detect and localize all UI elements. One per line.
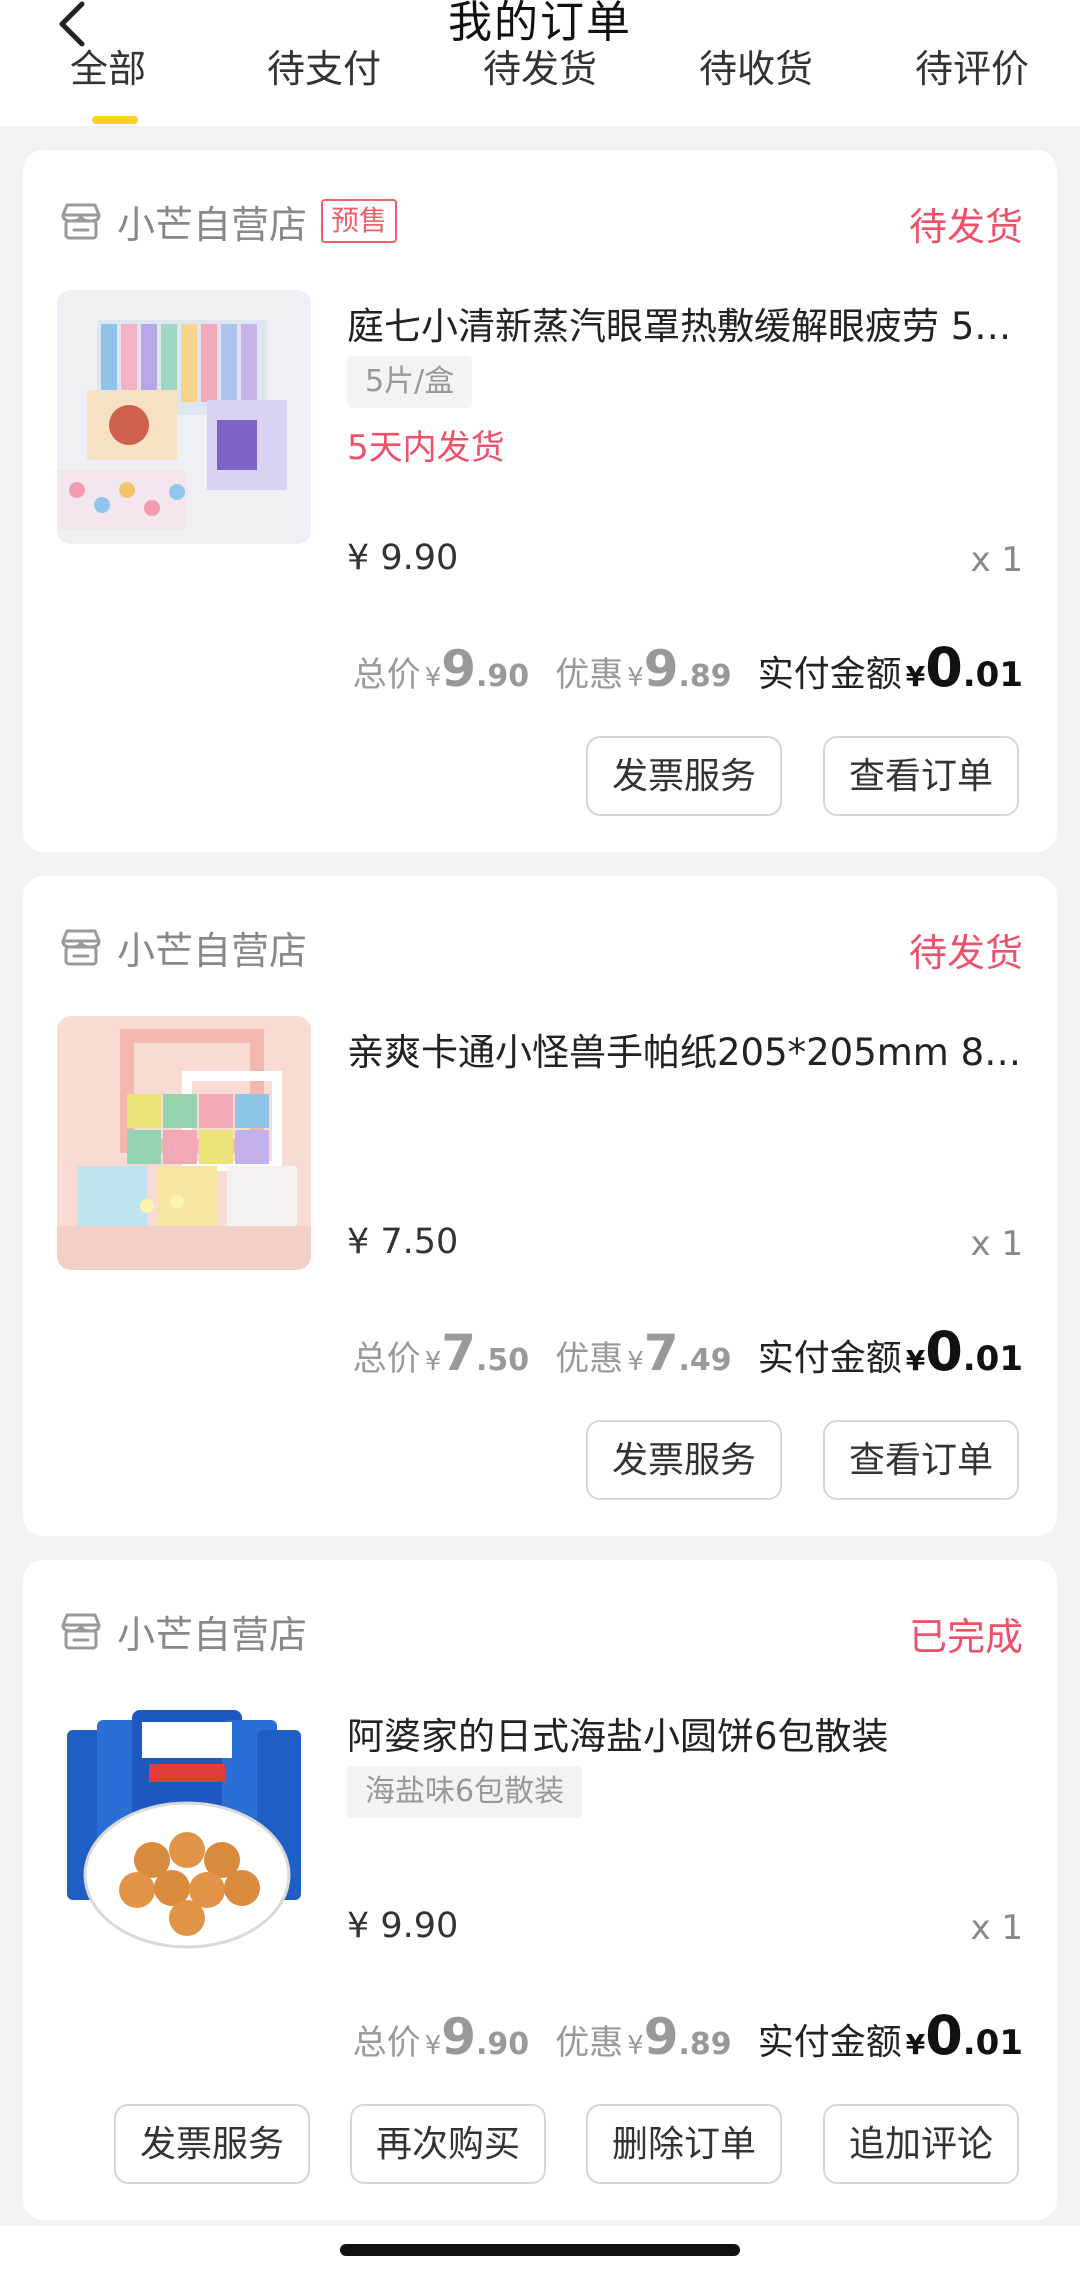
product-spec: 海盐味6包散装: [347, 1766, 583, 1818]
order-card[interactable]: 小芒自营店 预售 待发货 庭七小清新蒸汽眼罩热敷缓解眼疲劳 5… 5片/盒 5天…: [23, 150, 1057, 852]
view-order-button[interactable]: 查看订单: [823, 1420, 1019, 1500]
order-totals: 总价 ¥ 7 .50 优惠 ¥ 7 .49 实付金额 ¥ 0 .01: [353, 1320, 1023, 1383]
discount-dec: .49: [678, 1343, 732, 1378]
total-int: 7: [441, 1324, 477, 1382]
invoice-service-button[interactable]: 发票服务: [586, 1420, 782, 1500]
discount-dec: .89: [678, 659, 732, 694]
shop-name: 小芒自营店: [117, 202, 308, 247]
total-int: 9: [441, 640, 477, 698]
tab-pending-receipt[interactable]: 待收货: [671, 38, 841, 93]
total-dec: .90: [476, 659, 530, 694]
tab-pending-review[interactable]: 待评价: [887, 38, 1057, 93]
shop-icon: [61, 1613, 101, 1650]
order-card[interactable]: 小芒自营店 待发货 亲爽卡通小怪兽手帕纸205*205mm 8… ¥ 7.50 …: [23, 876, 1057, 1536]
view-order-button[interactable]: 查看订单: [823, 736, 1019, 816]
discount-dec: .89: [678, 2027, 732, 2062]
discount-int: 9: [643, 2008, 679, 2066]
unit-price: ¥ 7.50: [347, 1222, 459, 1262]
paid-int: 0: [925, 2004, 963, 2067]
paid-dec: .01: [962, 1339, 1023, 1379]
shop-row[interactable]: 小芒自营店: [59, 922, 308, 973]
shop-name: 小芒自营店: [117, 1612, 308, 1657]
discount-label: 优惠: [555, 1339, 624, 1379]
order-card[interactable]: 小芒自营店 已完成 阿婆家的日式海盐小圆饼6包散装 海盐味6包散装 ¥ 9.90…: [23, 1560, 1057, 2220]
shop-name: 小芒自营店: [117, 928, 308, 973]
discount-label: 优惠: [555, 2023, 624, 2063]
shop-row[interactable]: 小芒自营店 预售: [59, 196, 398, 247]
shipping-note: 5天内发货: [347, 428, 505, 468]
currency-symbol: ¥: [627, 663, 644, 693]
currency-symbol: ¥: [627, 2031, 644, 2061]
discount-int: 9: [643, 640, 679, 698]
order-totals: 总价 ¥ 9 .90 优惠 ¥ 9 .89 实付金额 ¥ 0 .01: [353, 2004, 1023, 2067]
discount-int: 7: [643, 1324, 679, 1382]
header: 我的订单 全部 待支付 待发货 待收货 待评价: [0, 0, 1080, 126]
delete-order-button[interactable]: 删除订单: [586, 2104, 782, 2184]
invoice-service-button[interactable]: 发票服务: [586, 736, 782, 816]
product-image[interactable]: [57, 290, 311, 544]
shop-row[interactable]: 小芒自营店: [59, 1606, 308, 1657]
paid-dec: .01: [962, 2023, 1023, 2063]
paid-int: 0: [925, 636, 963, 699]
paid-amount-label: 实付金额: [757, 2022, 902, 2063]
total-label: 总价: [352, 2023, 421, 2063]
order-status: 待发货: [908, 205, 1023, 249]
presale-badge: 预售: [321, 199, 398, 243]
product-title[interactable]: 庭七小清新蒸汽眼罩热敷缓解眼疲劳 5…: [347, 296, 1023, 350]
order-tabs: 全部 待支付 待发货 待收货 待评价: [0, 47, 1080, 126]
buy-again-button[interactable]: 再次购买: [350, 2104, 546, 2184]
total-label: 总价: [352, 655, 421, 695]
paid-amount-label: 实付金额: [757, 1338, 902, 1379]
tab-pending-shipment[interactable]: 待发货: [455, 38, 625, 93]
product-title[interactable]: 亲爽卡通小怪兽手帕纸205*205mm 8…: [347, 1022, 1023, 1076]
unit-price: ¥ 9.90: [347, 538, 459, 578]
currency-symbol: ¥: [424, 1347, 442, 1377]
quantity: x 1: [970, 1908, 1023, 1948]
product-title[interactable]: 阿婆家的日式海盐小圆饼6包散装: [347, 1706, 1023, 1760]
shop-icon: [61, 203, 101, 240]
total-dec: .90: [476, 2027, 530, 2062]
home-indicator[interactable]: [340, 2244, 740, 2256]
currency-symbol: ¥: [424, 2031, 442, 2061]
quantity: x 1: [970, 1224, 1023, 1264]
discount-label: 优惠: [555, 655, 624, 695]
paid-amount-label: 实付金额: [757, 654, 902, 695]
order-status: 已完成: [908, 1615, 1023, 1659]
active-tab-indicator: [92, 116, 138, 124]
quantity: x 1: [970, 540, 1023, 580]
paid-dec: .01: [962, 655, 1023, 695]
tab-all[interactable]: 全部: [23, 38, 193, 93]
product-image[interactable]: [57, 1016, 311, 1270]
currency-symbol: ¥: [627, 1347, 644, 1377]
product-spec: 5片/盒: [347, 356, 473, 408]
total-dec: .50: [476, 1343, 530, 1378]
currency-symbol: ¥: [905, 660, 926, 693]
currency-symbol: ¥: [905, 2028, 926, 2061]
invoice-service-button[interactable]: 发票服务: [114, 2104, 310, 2184]
paid-int: 0: [925, 1320, 963, 1383]
tab-pending-payment[interactable]: 待支付: [239, 38, 409, 93]
currency-symbol: ¥: [905, 1344, 926, 1377]
unit-price: ¥ 9.90: [347, 1906, 459, 1946]
currency-symbol: ¥: [424, 663, 442, 693]
shop-icon: [61, 929, 101, 966]
total-label: 总价: [352, 1339, 421, 1379]
product-image[interactable]: [57, 1700, 311, 1954]
order-status: 待发货: [908, 931, 1023, 975]
total-int: 9: [441, 2008, 477, 2066]
order-totals: 总价 ¥ 9 .90 优惠 ¥ 9 .89 实付金额 ¥ 0 .01: [353, 636, 1023, 699]
add-review-button[interactable]: 追加评论: [823, 2104, 1019, 2184]
